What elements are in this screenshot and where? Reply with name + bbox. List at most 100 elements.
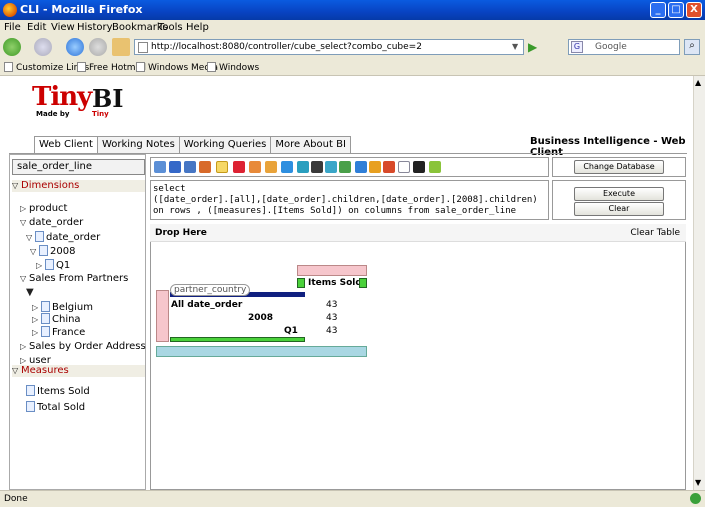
pie-chart-icon[interactable] xyxy=(383,161,395,173)
back-icon[interactable] xyxy=(3,38,21,56)
collapse-icon: ▽ xyxy=(12,366,19,375)
cut-icon[interactable] xyxy=(199,161,211,173)
document-icon xyxy=(41,301,50,312)
action-panel: Execute Clear xyxy=(552,180,686,220)
row-drop-zone[interactable] xyxy=(156,290,169,342)
document-icon xyxy=(41,326,50,337)
save-as-icon[interactable] xyxy=(184,161,196,173)
search-field[interactable]: G Google xyxy=(568,39,680,55)
menubar: File Edit View History Bookmarks Tools H… xyxy=(0,20,705,36)
column-handle-left[interactable] xyxy=(297,278,305,288)
collapse-icon: ▽ xyxy=(30,247,37,256)
bookmark-windows[interactable]: Windows xyxy=(207,62,259,73)
forward-icon[interactable] xyxy=(34,38,52,56)
bookmark-icon xyxy=(207,62,216,72)
measure-items-sold[interactable]: Items Sold xyxy=(26,385,90,397)
tab-working-queries[interactable]: Working Queries xyxy=(178,136,272,153)
tree-item-belgium[interactable]: ▷ Belgium xyxy=(32,301,93,313)
tree-item-sales-by-order-address[interactable]: ▷ Sales by Order Address xyxy=(20,341,146,352)
measure-total-sold[interactable]: Total Sold xyxy=(26,401,85,413)
tree-item-q1[interactable]: ▷ Q1 xyxy=(36,259,70,271)
cube-select[interactable]: sale_order_line xyxy=(12,159,145,175)
cell-value: 43 xyxy=(326,300,338,310)
tree-item-date-order-level[interactable]: ▽ date_order xyxy=(26,231,100,243)
export-icon[interactable] xyxy=(398,161,410,173)
bar-chart-icon[interactable] xyxy=(369,161,381,173)
tree-item-partners-level[interactable]: ▼ xyxy=(26,287,35,298)
save-icon[interactable] xyxy=(169,161,181,173)
funnel-icon[interactable] xyxy=(325,161,337,173)
column-drop-zone[interactable] xyxy=(297,265,367,276)
filter-drop-zone[interactable] xyxy=(156,346,367,357)
delete-icon[interactable] xyxy=(233,161,245,173)
tab-more-about-bi[interactable]: More About BI xyxy=(270,136,351,153)
menu-history[interactable]: History xyxy=(77,22,113,33)
execute-button[interactable]: Execute xyxy=(574,187,664,201)
dimensions-header[interactable]: ▽ Dimensions xyxy=(12,180,145,192)
document-icon xyxy=(41,313,50,324)
tree-item-date-order[interactable]: ▽ date_order xyxy=(20,217,83,228)
filter-icon[interactable] xyxy=(297,161,309,173)
tree-item-china[interactable]: ▷ China xyxy=(32,313,81,325)
go-icon[interactable]: ▶ xyxy=(528,40,537,54)
check-icon[interactable] xyxy=(429,161,441,173)
url-dropdown-icon[interactable]: ▼ xyxy=(512,42,518,51)
tab-working-notes[interactable]: Working Notes xyxy=(96,136,180,153)
redo-icon[interactable] xyxy=(265,161,277,173)
change-database-button[interactable]: Change Database xyxy=(574,160,664,174)
menu-view[interactable]: View xyxy=(51,22,75,33)
undo-icon[interactable] xyxy=(249,161,261,173)
scroll-down-icon[interactable]: ▼ xyxy=(695,478,701,487)
maximize-button[interactable]: □ xyxy=(668,2,684,18)
tinybi-logo: Tiny BI Made by Tiny xyxy=(32,82,124,118)
bookmark-icon xyxy=(77,62,86,72)
reload-icon[interactable] xyxy=(66,38,84,56)
partner-country-chip[interactable]: partner_country xyxy=(170,284,251,296)
tree-item-product[interactable]: ▷ product xyxy=(20,203,67,214)
search-icon[interactable]: ⌕ xyxy=(684,39,700,55)
row-label-2008[interactable]: 2008 xyxy=(248,313,273,323)
row-label-all-date-order[interactable]: All date_order xyxy=(171,300,242,310)
tab-web-client[interactable]: Web Client xyxy=(34,136,98,153)
play-icon[interactable] xyxy=(281,161,293,173)
expand-icon: ▷ xyxy=(32,303,39,312)
sum-icon[interactable] xyxy=(339,161,351,173)
cell-value: 43 xyxy=(326,326,338,336)
expand-icon: ▷ xyxy=(32,315,39,324)
collapse-icon: ▽ xyxy=(20,218,27,227)
menu-edit[interactable]: Edit xyxy=(27,22,46,33)
expand-icon: ▷ xyxy=(20,204,27,213)
menu-help[interactable]: Help xyxy=(186,22,209,33)
clear-table-link[interactable]: Clear Table xyxy=(630,228,680,238)
bookmark-icon xyxy=(136,62,145,72)
close-button[interactable]: X xyxy=(686,2,702,18)
scroll-up-icon[interactable]: ▲ xyxy=(695,78,701,87)
menu-tools[interactable]: Tools xyxy=(158,22,183,33)
url-field[interactable]: http://localhost:8080/controller/cube_se… xyxy=(134,39,524,55)
tree-item-sales-from-partners[interactable]: ▽ Sales From Partners xyxy=(20,273,128,284)
row-label-q1[interactable]: Q1 xyxy=(284,326,298,336)
mdx-icon[interactable] xyxy=(413,161,425,173)
menu-file[interactable]: File xyxy=(4,22,21,33)
document-icon xyxy=(26,385,35,396)
tree-item-france[interactable]: ▷ France xyxy=(32,326,85,338)
measures-header[interactable]: ▽ Measures xyxy=(12,365,145,377)
minimize-button[interactable]: _ xyxy=(650,2,666,18)
page-icon xyxy=(138,42,148,53)
app-title: Business Intelligence - Web Client xyxy=(530,136,686,158)
new-query-icon[interactable] xyxy=(154,161,166,173)
bookmark-windows-media[interactable]: Windows Media xyxy=(136,62,218,73)
table-icon[interactable] xyxy=(355,161,367,173)
mdx-query-editor[interactable]: select ([date_order].[all],[date_order].… xyxy=(150,180,549,220)
print-icon[interactable] xyxy=(311,161,323,173)
search-placeholder: Google xyxy=(595,42,627,52)
stop-icon[interactable] xyxy=(89,38,107,56)
drop-area[interactable] xyxy=(150,224,686,490)
home-icon[interactable] xyxy=(112,38,130,56)
tree-item-2008[interactable]: ▽ 2008 xyxy=(30,245,75,257)
notes-icon[interactable] xyxy=(216,161,228,173)
column-header-items-sold[interactable]: Items Sold xyxy=(308,278,362,288)
clear-button[interactable]: Clear xyxy=(574,202,664,216)
column-handle-right[interactable] xyxy=(359,278,367,288)
google-icon: G xyxy=(571,41,583,53)
